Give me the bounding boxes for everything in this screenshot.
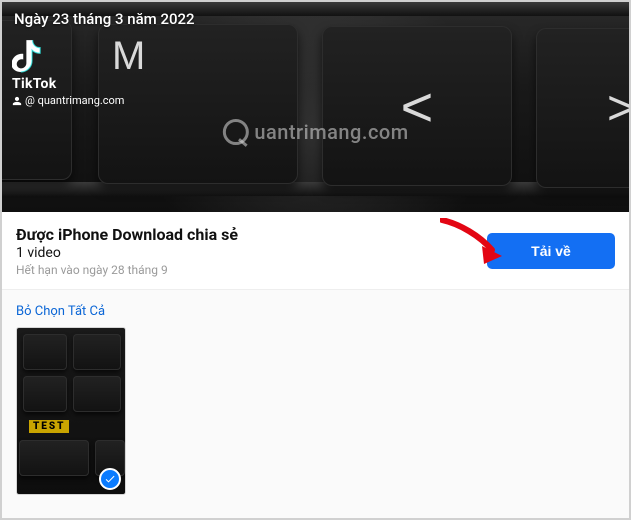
- content-area: Bỏ Chọn Tất Cả TEST: [2, 290, 629, 505]
- deselect-all-link[interactable]: Bỏ Chọn Tất Cả: [16, 304, 105, 319]
- q-logo-icon: [222, 119, 248, 145]
- keyboard-key-m: M: [98, 24, 298, 184]
- keyboard-key-less: <: [322, 26, 512, 186]
- share-title: Được iPhone Download chia sẻ: [16, 225, 487, 244]
- tiktok-attribution: TikTok @ quantrimang.com: [12, 40, 124, 107]
- user-icon: [12, 96, 22, 106]
- keyboard-key-greater: >: [536, 28, 629, 188]
- expiry-label: Hết hạn vào ngày 28 tháng 9: [16, 263, 487, 277]
- video-thumbnail[interactable]: TEST: [16, 327, 126, 495]
- tiktok-brand-label: TikTok: [12, 76, 124, 92]
- download-button[interactable]: Tải về: [487, 233, 615, 269]
- tiktok-handle: @ quantrimang.com: [12, 94, 124, 107]
- selected-check-icon: [99, 468, 121, 490]
- video-preview[interactable]: M < > Ngày 23 tháng 3 năm 2022 TikTok @ …: [2, 2, 629, 212]
- thumbnail-tag: TEST: [29, 420, 69, 433]
- tiktok-icon: [12, 40, 42, 74]
- share-info-bar: Được iPhone Download chia sẻ 1 video Hết…: [2, 212, 629, 290]
- video-date-overlay: Ngày 23 tháng 3 năm 2022: [14, 10, 195, 28]
- watermark: uantrimang.com: [222, 119, 408, 145]
- video-count: 1 video: [16, 245, 487, 261]
